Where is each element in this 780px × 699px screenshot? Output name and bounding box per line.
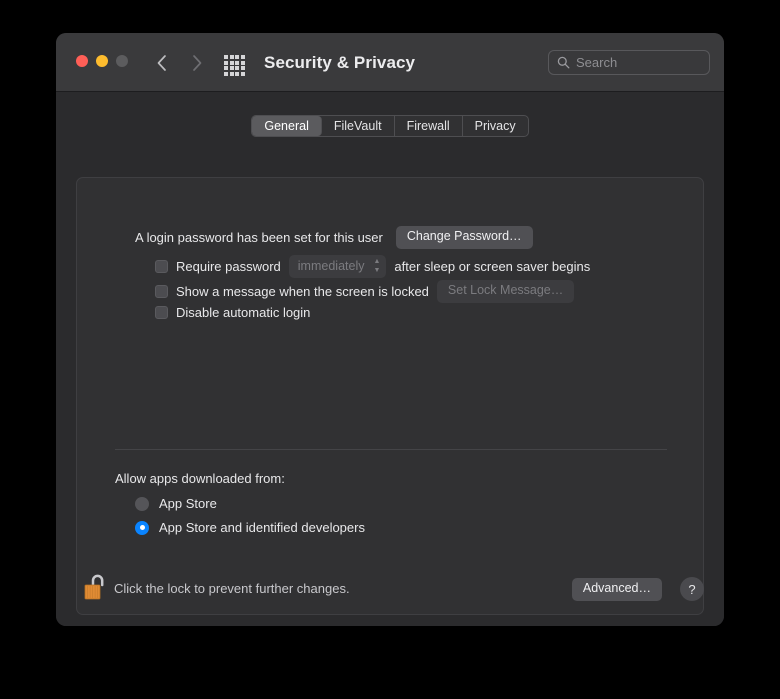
- show-lock-message-row: Show a message when the screen is locked…: [155, 280, 575, 303]
- chevron-right-icon[interactable]: [184, 50, 210, 76]
- chevron-updown-icon: ▲ ▼: [373, 258, 381, 274]
- zoom-button[interactable]: [116, 55, 128, 67]
- window-body: General FileVault Firewall Privacy A log…: [56, 92, 724, 626]
- window-footer: Click the lock to prevent further change…: [56, 560, 724, 626]
- disable-auto-login-checkbox[interactable]: [155, 306, 168, 319]
- tab-firewall[interactable]: Firewall: [395, 116, 463, 136]
- search-icon: [557, 56, 570, 69]
- search-field[interactable]: [548, 50, 710, 75]
- password-status-label: A login password has been set for this u…: [135, 229, 383, 245]
- security-privacy-window: Security & Privacy General FileVault Fir…: [56, 33, 724, 626]
- tab-filevault[interactable]: FileVault: [322, 116, 395, 136]
- help-button[interactable]: ?: [680, 577, 704, 601]
- general-settings-panel: A login password has been set for this u…: [76, 177, 704, 615]
- radio-app-store[interactable]: [135, 496, 149, 511]
- login-password-row: A login password has been set for this u…: [135, 226, 533, 249]
- section-divider: [115, 449, 667, 450]
- radio-app-store-label: App Store: [159, 496, 217, 511]
- show-all-grid-icon[interactable]: [224, 55, 246, 76]
- chevron-left-icon[interactable]: [148, 50, 174, 76]
- allow-apps-option-app-store[interactable]: App Store: [135, 496, 217, 511]
- allow-apps-option-identified-developers[interactable]: App Store and identified developers: [135, 520, 365, 535]
- change-password-button[interactable]: Change Password…: [395, 226, 533, 249]
- require-password-delay-select[interactable]: immediately ▲ ▼: [288, 255, 387, 278]
- set-lock-message-button[interactable]: Set Lock Message…: [436, 280, 575, 303]
- require-password-checkbox[interactable]: [155, 260, 168, 273]
- require-password-row: Require password immediately ▲ ▼ after sl…: [155, 255, 590, 278]
- lock-note-label: Click the lock to prevent further change…: [114, 581, 350, 596]
- window-titlebar: Security & Privacy: [56, 33, 724, 92]
- unlocked-padlock-icon[interactable]: [80, 572, 110, 606]
- tab-general[interactable]: General: [252, 116, 322, 136]
- radio-identified-developers-label: App Store and identified developers: [159, 520, 365, 535]
- require-password-delay-value: immediately: [297, 259, 365, 273]
- require-password-suffix-label: after sleep or screen saver begins: [394, 259, 591, 274]
- minimize-button[interactable]: [96, 55, 108, 67]
- radio-app-store-and-identified-developers[interactable]: [135, 520, 149, 535]
- tab-privacy[interactable]: Privacy: [463, 116, 528, 136]
- show-message-checkbox[interactable]: [155, 284, 168, 298]
- close-button[interactable]: [76, 55, 88, 67]
- search-input[interactable]: [576, 55, 701, 70]
- navigation-buttons: [148, 50, 210, 76]
- disable-auto-login-row: Disable automatic login: [155, 305, 310, 320]
- tab-bar: General FileVault Firewall Privacy: [56, 115, 724, 137]
- disable-auto-login-label: Disable automatic login: [176, 305, 311, 320]
- traffic-lights: [76, 55, 128, 67]
- show-message-label: Show a message when the screen is locked: [176, 283, 429, 299]
- page-title: Security & Privacy: [264, 52, 416, 72]
- require-password-label: Require password: [176, 259, 281, 274]
- advanced-button[interactable]: Advanced…: [571, 578, 662, 601]
- allow-apps-title: Allow apps downloaded from:: [115, 471, 285, 486]
